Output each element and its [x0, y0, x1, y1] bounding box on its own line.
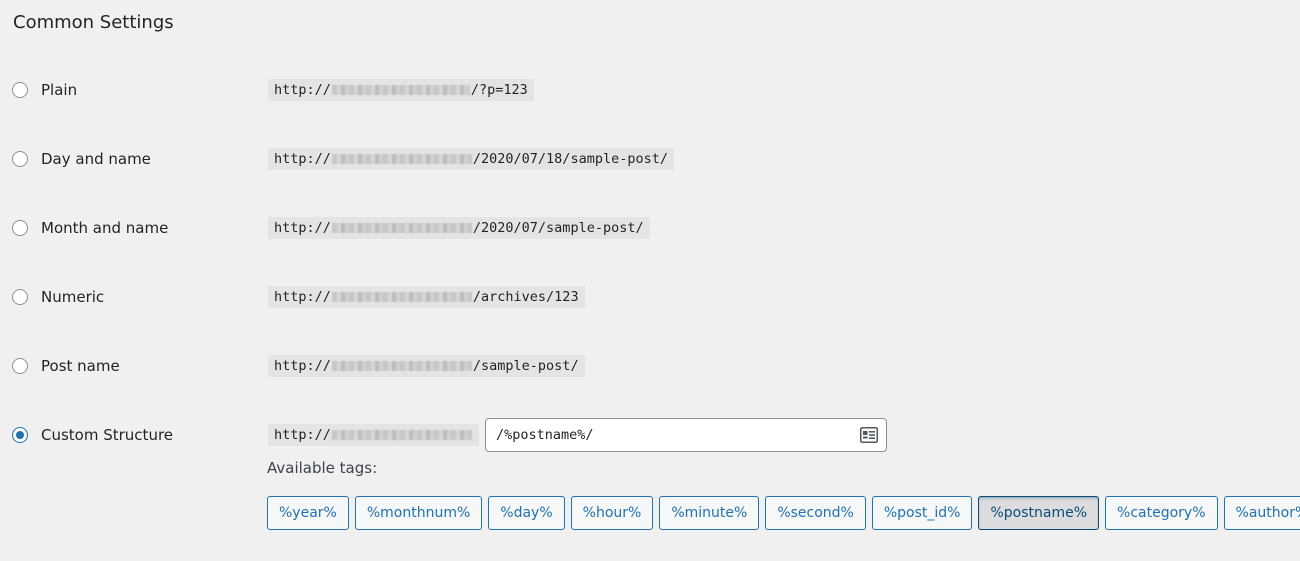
tag-year-button[interactable]: %year%	[267, 496, 349, 530]
option-label: Month and name	[41, 219, 169, 237]
option-label: Custom Structure	[41, 426, 174, 444]
radio-day-and-name[interactable]	[12, 151, 28, 167]
url-example: http:///?p=123	[268, 79, 534, 101]
redacted-domain	[331, 223, 472, 233]
url-example: http://	[268, 424, 479, 446]
option-label: Plain	[41, 81, 78, 99]
tag-category-button[interactable]: %category%	[1105, 496, 1218, 530]
url-example: http:///sample-post/	[268, 355, 585, 377]
option-day-and-name[interactable]: Day and name http:///2020/07/18/sample-p…	[12, 148, 1292, 172]
option-post-name[interactable]: Post name http:///sample-post/	[12, 355, 1292, 379]
custom-structure-input[interactable]	[485, 418, 887, 452]
redacted-domain	[331, 361, 472, 371]
tag-post-id-button[interactable]: %post_id%	[871, 496, 973, 530]
url-example: http:///archives/123	[268, 286, 585, 308]
radio-custom-structure[interactable]	[12, 427, 28, 443]
radio-month-and-name[interactable]	[12, 220, 28, 236]
tag-author-button[interactable]: %author%	[1223, 496, 1300, 530]
section-title: Common Settings	[13, 12, 174, 33]
redacted-domain	[331, 154, 472, 164]
radio-numeric[interactable]	[12, 289, 28, 305]
url-example: http:///2020/07/sample-post/	[268, 217, 650, 239]
available-tags-list: %year% %monthnum% %day% %hour% %minute% …	[267, 496, 1300, 530]
redacted-domain	[331, 292, 472, 302]
tag-day-button[interactable]: %day%	[488, 496, 565, 530]
tag-postname-button[interactable]: %postname%	[978, 496, 1100, 530]
tag-monthnum-button[interactable]: %monthnum%	[354, 496, 483, 530]
url-example: http:///2020/07/18/sample-post/	[268, 148, 674, 170]
option-label: Day and name	[41, 150, 151, 168]
option-month-and-name[interactable]: Month and name http:///2020/07/sample-po…	[12, 217, 1292, 241]
tag-second-button[interactable]: %second%	[765, 496, 866, 530]
permalink-settings: Common Settings Plain http:///?p=123 Day…	[0, 0, 1300, 561]
redacted-domain	[331, 430, 472, 440]
option-label: Post name	[41, 357, 120, 375]
radio-post-name[interactable]	[12, 358, 28, 374]
available-tags-label: Available tags:	[267, 459, 378, 477]
option-numeric[interactable]: Numeric http:///archives/123	[12, 286, 1292, 310]
option-plain[interactable]: Plain http:///?p=123	[12, 79, 1292, 103]
option-custom-structure[interactable]: Custom Structure http://	[12, 418, 1292, 452]
redacted-domain	[331, 85, 470, 95]
tag-hour-button[interactable]: %hour%	[570, 496, 654, 530]
tag-minute-button[interactable]: %minute%	[659, 496, 760, 530]
radio-plain[interactable]	[12, 82, 28, 98]
option-label: Numeric	[41, 288, 105, 306]
contact-card-icon[interactable]	[860, 427, 878, 443]
